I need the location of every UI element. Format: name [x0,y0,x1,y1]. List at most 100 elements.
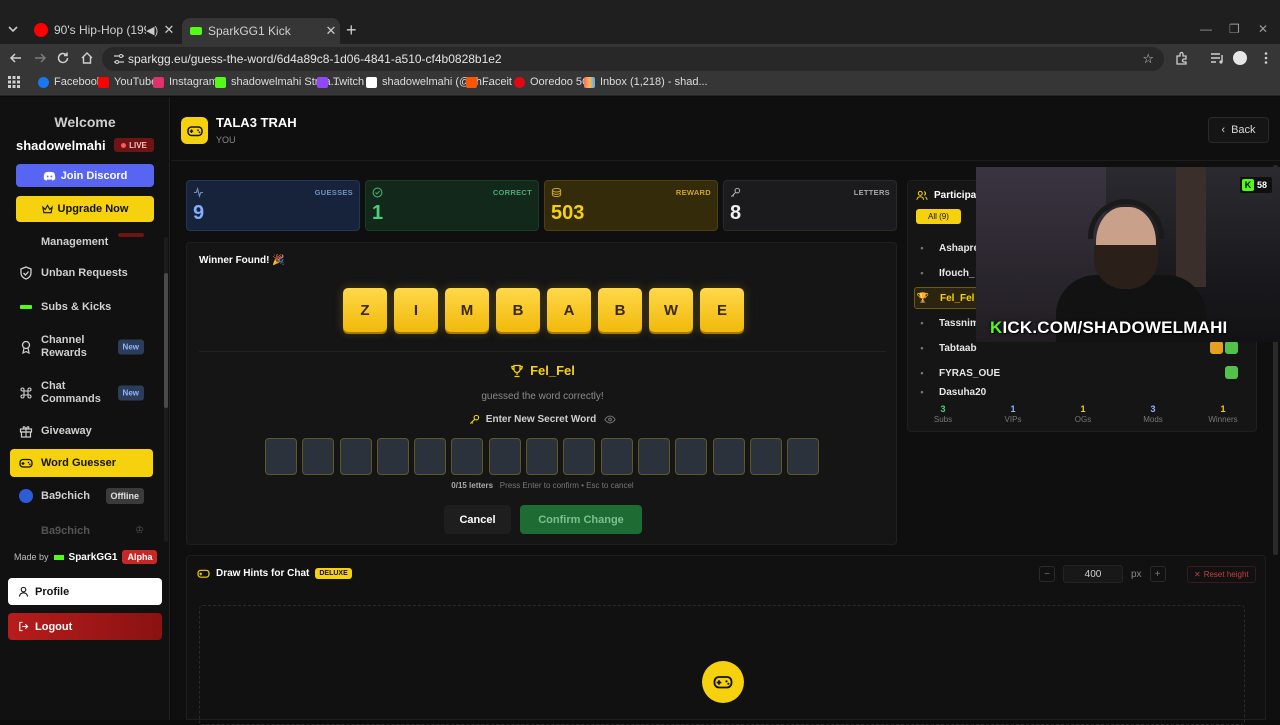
bookmark-label: Facebook [54,76,103,88]
sidebar-item-ba9chich-2[interactable]: Ba9chich ♔ [10,521,153,541]
ba9chich-icon [19,489,33,503]
back-button[interactable]: ‹ Back [1208,117,1269,143]
new-word-input-slots[interactable] [265,438,820,475]
gamepad-icon [181,117,208,144]
letter-input-slot[interactable] [376,438,409,475]
letter-input-slot[interactable] [600,438,633,475]
back-arrow-icon[interactable] [8,50,24,66]
participant-row[interactable]: • FYRAS_OUE [914,362,1250,384]
divider [199,351,886,352]
winner-name: Fel_Fel [530,363,575,378]
eye-icon[interactable] [604,415,616,424]
join-discord-button[interactable]: Join Discord [16,164,154,187]
crown-icon [41,204,53,214]
bookmark-ooredoo[interactable]: Ooredoo 5G [514,76,591,88]
browser-tab-youtube[interactable]: 90's Hip-Hop (1997) [Lost D ◀) ✕ [26,18,178,42]
speaker-icon[interactable]: ◀) [146,24,160,37]
sidebar-item-management[interactable]: Management [10,231,153,253]
user-icon [18,586,29,597]
confirm-change-button[interactable]: Confirm Change [520,505,642,534]
close-window-icon[interactable]: ✕ [1258,22,1268,36]
sidebar-item-label: Chat Commands [41,380,101,405]
profile-avatar[interactable] [1233,51,1247,65]
browser-tab-active[interactable]: SparkGG1 Kick ✕ [182,18,340,44]
sidebar-item-channel-rewards[interactable]: Channel Rewards New [10,333,153,361]
sidebar-scrollbar-thumb[interactable] [164,273,168,408]
apps-grid-icon[interactable] [8,76,20,88]
letter-input-slot[interactable] [488,438,521,475]
bookmark-instagram[interactable]: Instagram [153,76,218,88]
page-subtitle: YOU [216,135,236,145]
extensions-icon[interactable] [1174,50,1190,66]
bookmark-faceit[interactable]: Faceit [466,76,512,88]
site-info-icon[interactable] [112,52,126,66]
profile-label: Profile [35,585,70,598]
home-icon[interactable] [79,50,95,66]
canvas-height-input[interactable]: 400 [1063,565,1123,583]
stat-label: LETTERS [853,188,890,197]
new-tab-button[interactable]: + [346,20,357,41]
trophy-icon: 🏆 [916,292,930,304]
letter-input-slot[interactable] [265,438,297,475]
bookmark-youtube[interactable]: YouTube [98,76,157,88]
cancel-button[interactable]: Cancel [444,505,511,534]
profile-button[interactable]: Profile [8,578,162,605]
letter-tile: M [445,288,489,332]
shield-icon [19,266,33,280]
letter-input-slot[interactable] [339,438,372,475]
bookmark-star-icon[interactable]: ☆ [1142,51,1154,67]
viewer-count-value: 58 [1257,180,1268,190]
upgrade-now-button[interactable]: Upgrade Now [16,196,154,222]
forward-arrow-icon[interactable] [32,50,48,66]
minimize-icon[interactable]: — [1200,22,1212,36]
reload-icon[interactable] [55,50,71,66]
sidebar-item-word-guesser[interactable]: Word Guesser [10,449,153,477]
address-bar[interactable]: sparkgg.eu/guess-the-word/6d4a89c8-1d06-… [102,47,1164,71]
close-tab-icon[interactable]: ✕ [322,23,340,39]
bookmark-inbox[interactable]: Inbox (1,218) - shad... [584,76,708,88]
participant-name: Fel_Fel [940,292,975,304]
sidebar-item-ba9chich[interactable]: Ba9chich Offline [10,485,153,507]
new-badge: New [117,339,144,355]
join-discord-label: Join Discord [60,169,128,182]
role-badge-icon [1210,341,1223,354]
letter-input-slot[interactable] [526,438,559,475]
letter-input-slot[interactable] [302,438,335,475]
restore-icon[interactable]: ❐ [1229,22,1240,36]
browser-menu-icon[interactable] [1258,50,1274,66]
letter-input-slot[interactable] [563,438,596,475]
blank-icon [19,524,33,538]
tab-all-participants[interactable]: All (9) [916,209,961,224]
sidebar-item-giveaway[interactable]: Giveaway [10,421,153,441]
increase-height-button[interactable]: + [1149,566,1166,582]
close-tab-icon[interactable]: ✕ [160,22,178,38]
decrease-height-button[interactable]: − [1039,566,1055,582]
stat-guesses: GUESSES 9 [186,180,360,231]
letter-input-slot[interactable] [712,438,745,475]
participant-row[interactable]: • Dasuha20 [914,387,1250,399]
letter-input-slot[interactable] [414,438,447,475]
letter-tile: B [496,288,540,332]
letter-input-slot[interactable] [637,438,670,475]
tiktok-icon [366,76,377,88]
sidebar-item-unban-requests[interactable]: Unban Requests [10,263,153,283]
tab-search-chevron-icon[interactable] [5,21,21,37]
logout-button[interactable]: Logout [8,613,162,640]
letter-input-slot[interactable] [787,438,820,475]
letter-input-slot[interactable] [451,438,484,475]
bookmark-facebook[interactable]: Facebook [38,76,102,88]
letter-input-slot[interactable] [675,438,708,475]
media-controls-icon[interactable] [1209,50,1225,66]
close-icon: ✕ [1194,570,1201,579]
role-badge-icon [1225,341,1238,354]
bookmark-twitch[interactable]: Twitch [317,76,364,88]
facebook-icon [38,76,49,88]
participants-title-text: Participa [934,190,977,201]
reset-height-button[interactable]: ✕ Reset height [1187,566,1256,583]
sidebar-item-chat-commands[interactable]: Chat Commands New [10,379,153,407]
letter-input-slot[interactable] [749,438,782,475]
upgrade-label: Upgrade Now [57,203,129,215]
summary-stat: 1 VIPs [978,404,1048,424]
sidebar-item-subs-kicks[interactable]: Subs & Kicks [10,297,153,317]
key-icon [469,414,479,425]
